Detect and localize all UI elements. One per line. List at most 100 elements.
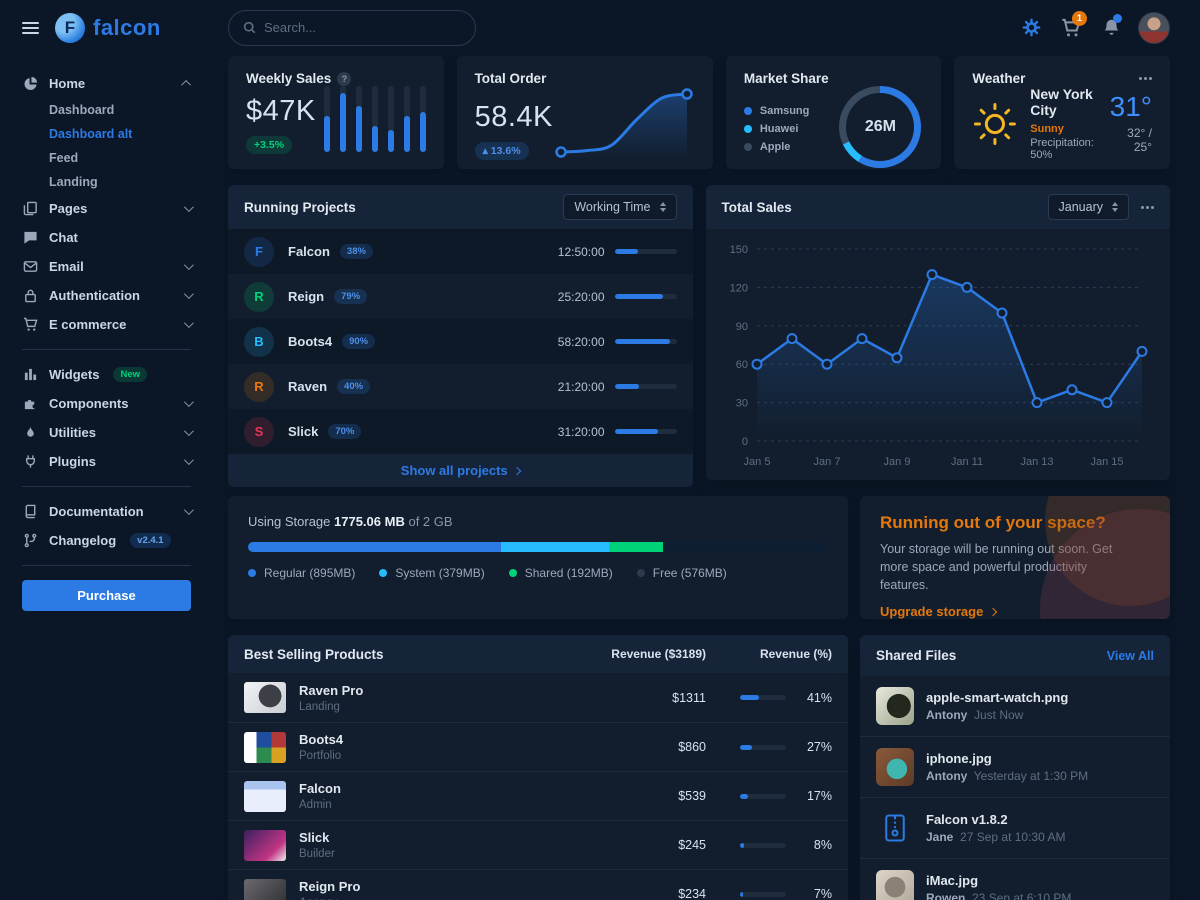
weekly-sales-bar — [324, 86, 330, 152]
market-share-card: Market Share SamsungHuaweiApple 26M — [726, 56, 942, 169]
sidebar-item-pages[interactable]: Pages — [22, 194, 191, 223]
view-all-link[interactable]: View All — [1107, 649, 1154, 663]
email-icon — [22, 259, 39, 274]
product-percent: 41% — [798, 691, 832, 705]
file-item-iphone-jpg[interactable]: iphone.jpg Antony Yesterday at 1:30 PM — [860, 736, 1170, 797]
total-sales-line-chart: 0306090120150Jan 5Jan 7Jan 9Jan 11Jan 13… — [721, 235, 1154, 473]
sidebar-item-landing[interactable]: Landing — [22, 170, 191, 194]
product-row-boots4[interactable]: Boots4 Portfolio $860 27% — [228, 722, 848, 771]
month-select[interactable]: January — [1048, 194, 1129, 220]
product-row-reign-pro[interactable]: Reign Pro Agency $234 7% — [228, 869, 848, 900]
product-percent: 7% — [798, 887, 832, 900]
zip-file-icon — [876, 809, 914, 847]
svg-text:Jan 15: Jan 15 — [1091, 456, 1124, 468]
svg-text:0: 0 — [742, 436, 748, 448]
weekly-sales-value: $47K — [246, 97, 316, 126]
ellipsis-menu-icon[interactable] — [1141, 206, 1144, 209]
file-item-apple-smart-watch-png[interactable]: apple-smart-watch.png Antony Just Now — [860, 676, 1170, 736]
storage-segment-free-576mb- — [663, 542, 828, 552]
ellipsis-menu-icon[interactable] — [1139, 77, 1142, 80]
brand-logo[interactable]: F falcon — [55, 13, 161, 43]
sidebar-item-authentication[interactable]: Authentication — [22, 281, 191, 310]
product-revenue: $234 — [646, 887, 706, 900]
upgrade-space-card: Running out of your space? Your storage … — [860, 496, 1170, 619]
revenue-column-header: Revenue ($3189) — [611, 647, 706, 661]
sidebar-item-email[interactable]: Email — [22, 252, 191, 281]
storage-legend-regular-895mb-: Regular (895MB) — [248, 566, 355, 580]
svg-text:Jan 11: Jan 11 — [951, 456, 983, 468]
sidebar-item-plugins[interactable]: Plugins — [22, 447, 191, 476]
weekly-sales-bar — [372, 86, 378, 152]
sidebar-item-dashboard-alt[interactable]: Dashboard alt — [22, 122, 191, 146]
info-icon[interactable]: ? — [337, 72, 351, 86]
legend-dot — [744, 107, 752, 115]
product-revenue: $539 — [646, 789, 706, 803]
upgrade-storage-link[interactable]: Upgrade storage — [880, 604, 996, 619]
product-row-slick[interactable]: Slick Builder $245 8% — [228, 820, 848, 869]
show-all-projects-link[interactable]: Show all projects — [228, 454, 693, 487]
project-row-boots4[interactable]: B Boots4 90% 58:20:00 — [228, 319, 693, 364]
sidebar-divider — [22, 486, 191, 487]
svg-text:Jan 5: Jan 5 — [744, 456, 771, 468]
project-row-falcon[interactable]: F Falcon 38% 12:50:00 — [228, 229, 693, 274]
widgets-icon — [22, 367, 39, 382]
sidebar-item-components[interactable]: Components — [22, 389, 191, 418]
card-title: Running Projects — [244, 200, 356, 215]
notifications-bell-icon[interactable] — [1098, 15, 1124, 41]
market-share-donut-chart: 26M — [839, 86, 921, 168]
legend-item-samsung: Samsung — [744, 105, 810, 117]
storage-legend-shared-192mb-: Shared (192MB) — [509, 566, 613, 580]
file-item-falcon-v1-8-2[interactable]: Falcon v1.8.2 Jane 27 Sep at 10:30 AM — [860, 797, 1170, 858]
hamburger-menu-button[interactable] — [22, 22, 39, 34]
project-row-slick[interactable]: S Slick 70% 31:20:00 — [228, 409, 693, 454]
sidebar-item-documentation[interactable]: Documentation — [22, 497, 191, 526]
progress-bar — [615, 429, 677, 434]
sidebar-item-feed[interactable]: Feed — [22, 146, 191, 170]
sidebar-item-e-commerce[interactable]: E commerce — [22, 310, 191, 339]
product-percent: 17% — [798, 789, 832, 803]
chart-pie-icon — [22, 76, 39, 91]
search-box[interactable] — [228, 10, 476, 46]
project-row-reign[interactable]: R Reign 79% 25:20:00 — [228, 274, 693, 319]
project-row-raven[interactable]: R Raven 40% 21:20:00 — [228, 364, 693, 409]
purchase-button[interactable]: Purchase — [22, 580, 191, 611]
svg-text:60: 60 — [736, 359, 748, 371]
sidebar-item-changelog[interactable]: Changelogv2.4.1 — [22, 526, 191, 555]
product-row-raven-pro[interactable]: Raven Pro Landing $1311 41% — [228, 673, 848, 722]
user-avatar[interactable] — [1138, 12, 1170, 44]
chevron-down-icon — [184, 260, 194, 270]
revenue-progress-bar — [740, 745, 786, 750]
flame-icon — [22, 425, 39, 440]
sidebar-item-home[interactable]: Home — [22, 69, 191, 98]
weather-range: 32° / 25° — [1106, 126, 1152, 154]
sidebar-item-dashboard[interactable]: Dashboard — [22, 98, 191, 122]
pages-icon — [22, 201, 39, 216]
search-input[interactable] — [264, 20, 461, 35]
card-title: Total Sales — [722, 200, 792, 215]
settings-gear-icon[interactable] — [1018, 15, 1044, 41]
card-title: Market Share — [744, 71, 829, 86]
svg-text:Jan 13: Jan 13 — [1021, 456, 1054, 468]
weekly-sales-bar-chart — [324, 86, 426, 152]
product-revenue: $245 — [646, 838, 706, 852]
file-item-imac-jpg[interactable]: iMac.jpg Rowen 23 Sep at 6:10 PM — [860, 858, 1170, 900]
sidebar-item-chat[interactable]: Chat — [22, 223, 191, 252]
project-avatar: R — [244, 282, 274, 312]
product-percent: 27% — [798, 740, 832, 754]
cart-icon — [22, 317, 39, 332]
total-order-card: Total Order 58.4K ▴ 13.6% — [457, 56, 713, 169]
working-time-select[interactable]: Working Time — [563, 194, 676, 220]
chevron-down-icon — [184, 397, 194, 407]
files-list: apple-smart-watch.png Antony Just Now ip… — [860, 676, 1170, 900]
storage-usage-text: Using Storage 1775.06 MB of 2 GB — [248, 514, 828, 529]
brand-name: falcon — [93, 15, 161, 41]
total-order-badge: ▴ 13.6% — [475, 142, 529, 160]
weekly-sales-badge: +3.5% — [246, 136, 292, 154]
puzzle-icon — [22, 396, 39, 411]
sidebar-item-widgets[interactable]: WidgetsNew — [22, 360, 191, 389]
cart-icon[interactable]: 1 — [1058, 15, 1084, 41]
product-row-falcon[interactable]: Falcon Admin $539 17% — [228, 771, 848, 820]
weather-temp: 31° — [1106, 93, 1152, 121]
storage-segment-shared-192mb- — [609, 542, 664, 552]
sidebar-item-utilities[interactable]: Utilities — [22, 418, 191, 447]
